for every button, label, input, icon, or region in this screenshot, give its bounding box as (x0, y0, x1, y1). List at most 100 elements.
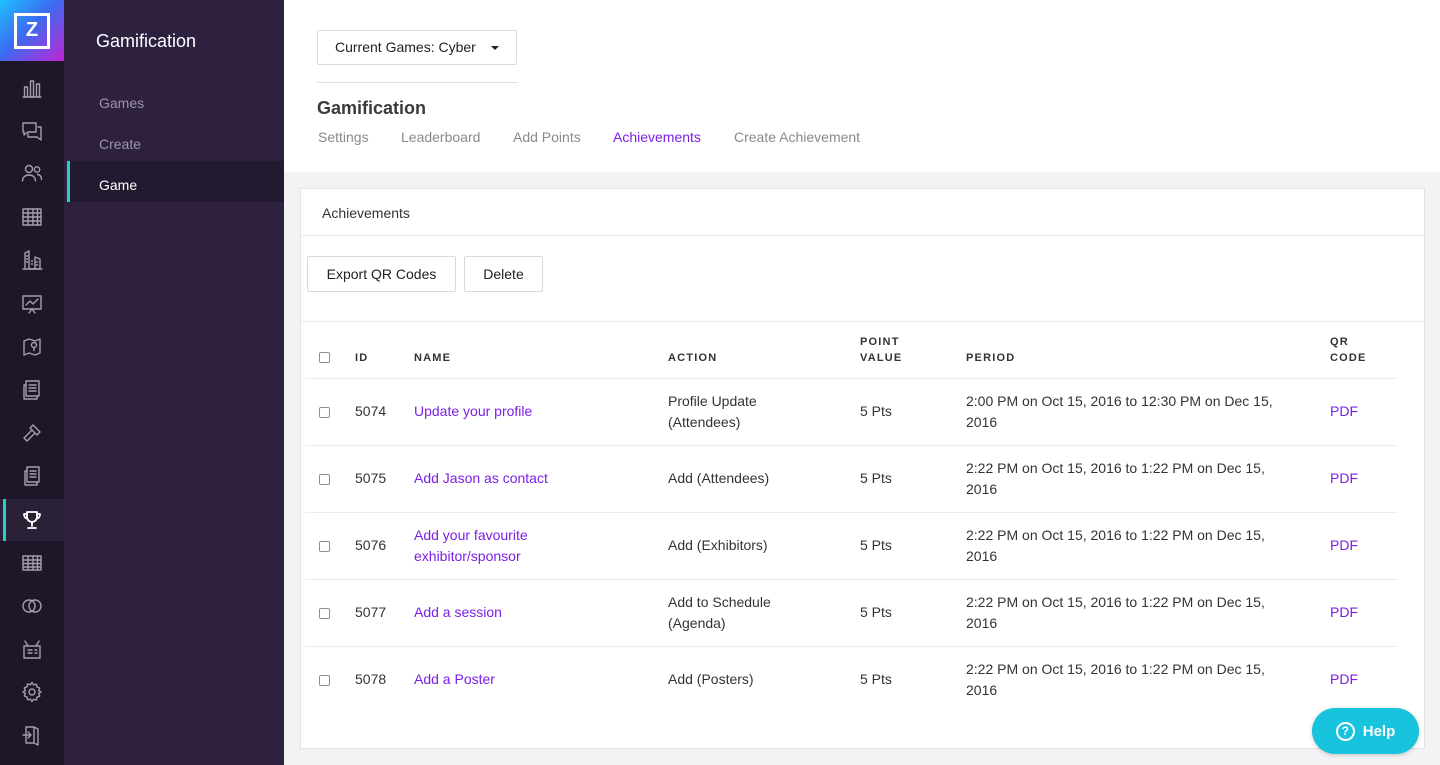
trophy-icon[interactable] (0, 499, 64, 541)
row-action: Profile Update (Attendees) (668, 391, 757, 433)
app-logo[interactable]: Z (0, 0, 64, 61)
logout-icon[interactable] (0, 714, 64, 756)
row-period-line1: 2:00 PM on Oct 15, 2016 to 12:30 PM on D… (966, 393, 1273, 409)
row-action-line2: (Attendees) (668, 414, 741, 430)
map-icon[interactable] (0, 326, 64, 368)
broadcast-icon[interactable] (0, 628, 64, 670)
column-header-qr-code: QR CODE (1330, 334, 1367, 366)
achievement-name-line1: Add your favourite (414, 527, 528, 543)
row-checkbox[interactable] (319, 541, 330, 552)
building-icon[interactable] (0, 239, 64, 281)
row-action: Add (Attendees) (668, 470, 770, 486)
row-id: 5074 (355, 403, 387, 419)
row-period: 2:22 PM on Oct 15, 2016 to 1:22 PM on De… (966, 659, 1265, 701)
people-icon[interactable] (0, 152, 64, 194)
toolbar-divider (301, 321, 1424, 322)
row-points: 5 Pts (860, 470, 892, 486)
row-points: 5 Pts (860, 403, 892, 419)
row-divider (305, 512, 1397, 513)
achievement-name-link[interactable]: Add Jason as contact (414, 468, 548, 489)
achievement-name-link[interactable]: Add your favourite exhibitor/sponsor (414, 525, 528, 567)
sidebar-item-create[interactable]: Create (67, 124, 284, 164)
column-header-point-value: POINT VALUE (860, 334, 902, 366)
achievement-name-link[interactable]: Update your profile (414, 401, 532, 422)
section-sidebar: Gamification Games Create Game (64, 0, 284, 765)
row-period-line1: 2:22 PM on Oct 15, 2016 to 1:22 PM on De… (966, 527, 1265, 543)
row-divider (305, 579, 1397, 580)
tab-leaderboard[interactable]: Leaderboard (401, 129, 480, 145)
row-id: 5078 (355, 671, 387, 687)
current-games-dropdown[interactable]: Current Games: Cyber (317, 30, 517, 65)
row-period-line1: 2:22 PM on Oct 15, 2016 to 1:22 PM on De… (966, 460, 1265, 476)
card-divider (301, 235, 1424, 236)
achievement-name-line2: exhibitor/sponsor (414, 548, 521, 564)
qr-pdf-link[interactable]: PDF (1330, 669, 1358, 690)
row-action: Add (Exhibitors) (668, 537, 768, 553)
gear-icon[interactable] (0, 671, 64, 713)
chevron-down-icon (491, 46, 499, 50)
sidebar-title: Gamification (96, 31, 197, 51)
row-divider (305, 646, 1397, 647)
row-action-line2: (Agenda) (668, 615, 726, 631)
qr-pdf-link[interactable]: PDF (1330, 401, 1358, 422)
row-points: 5 Pts (860, 671, 892, 687)
row-period-line2: 2016 (966, 682, 998, 698)
card-title: Achievements (322, 205, 410, 221)
column-header-point-value-line2: VALUE (860, 352, 903, 364)
column-header-name: NAME (414, 352, 452, 364)
row-id: 5077 (355, 604, 387, 620)
chat-icon[interactable] (0, 110, 64, 152)
documents-icon[interactable] (0, 455, 64, 497)
column-header-period: PERIOD (966, 352, 1016, 364)
sidebar-item-game[interactable]: Game (67, 161, 284, 202)
row-divider (305, 445, 1397, 446)
achievement-name-link[interactable]: Add a session (414, 602, 502, 623)
column-header-qr-line1: QR (1330, 336, 1349, 348)
page-title: Gamification (317, 98, 427, 118)
row-period: 2:22 PM on Oct 15, 2016 to 1:22 PM on De… (966, 458, 1265, 500)
row-action-line1: Profile Update (668, 393, 757, 409)
row-period-line2: 2016 (966, 615, 998, 631)
table-icon[interactable] (0, 542, 64, 584)
tab-create-achievement[interactable]: Create Achievement (734, 129, 860, 145)
column-header-point-value-line1: POINT (860, 336, 900, 348)
qr-pdf-link[interactable]: PDF (1330, 602, 1358, 623)
sidebar-item-games[interactable]: Games (67, 83, 284, 123)
qr-pdf-link[interactable]: PDF (1330, 535, 1358, 556)
row-points: 5 Pts (860, 537, 892, 553)
bar-chart-icon[interactable] (0, 67, 64, 109)
qr-pdf-link[interactable]: PDF (1330, 468, 1358, 489)
presentation-icon[interactable] (0, 283, 64, 325)
row-divider (305, 378, 1397, 379)
document-icon[interactable] (0, 369, 64, 411)
tab-achievements[interactable]: Achievements (613, 129, 701, 145)
gavel-icon[interactable] (0, 412, 64, 454)
row-period-line2: 2016 (966, 481, 998, 497)
row-points: 5 Pts (860, 604, 892, 620)
tab-add-points[interactable]: Add Points (513, 129, 581, 145)
tab-settings[interactable]: Settings (318, 129, 369, 145)
select-all-checkbox[interactable] (319, 352, 330, 363)
row-checkbox[interactable] (319, 675, 330, 686)
achievements-card: Achievements Export QR Codes Delete ID N… (300, 188, 1425, 749)
row-period: 2:22 PM on Oct 15, 2016 to 1:22 PM on De… (966, 525, 1265, 567)
help-button[interactable]: ? Help (1312, 708, 1419, 754)
icon-rail: Z (0, 0, 64, 765)
row-checkbox[interactable] (319, 407, 330, 418)
question-icon: ? (1335, 721, 1355, 741)
rings-icon[interactable] (0, 585, 64, 627)
achievement-name-link[interactable]: Add a Poster (414, 669, 495, 690)
column-header-id: ID (355, 352, 369, 364)
row-checkbox[interactable] (319, 474, 330, 485)
calendar-grid-icon[interactable] (0, 196, 64, 238)
row-period: 2:00 PM on Oct 15, 2016 to 12:30 PM on D… (966, 391, 1273, 433)
current-games-label: Current Games: Cyber (335, 39, 476, 55)
delete-button[interactable]: Delete (464, 256, 543, 292)
page-header: Current Games: Cyber Gamification Settin… (284, 0, 1440, 172)
export-qr-codes-button[interactable]: Export QR Codes (307, 256, 456, 292)
column-header-action: ACTION (668, 352, 718, 364)
row-period: 2:22 PM on Oct 15, 2016 to 1:22 PM on De… (966, 592, 1265, 634)
row-checkbox[interactable] (319, 608, 330, 619)
row-action: Add (Posters) (668, 671, 754, 687)
row-period-line2: 2016 (966, 414, 998, 430)
